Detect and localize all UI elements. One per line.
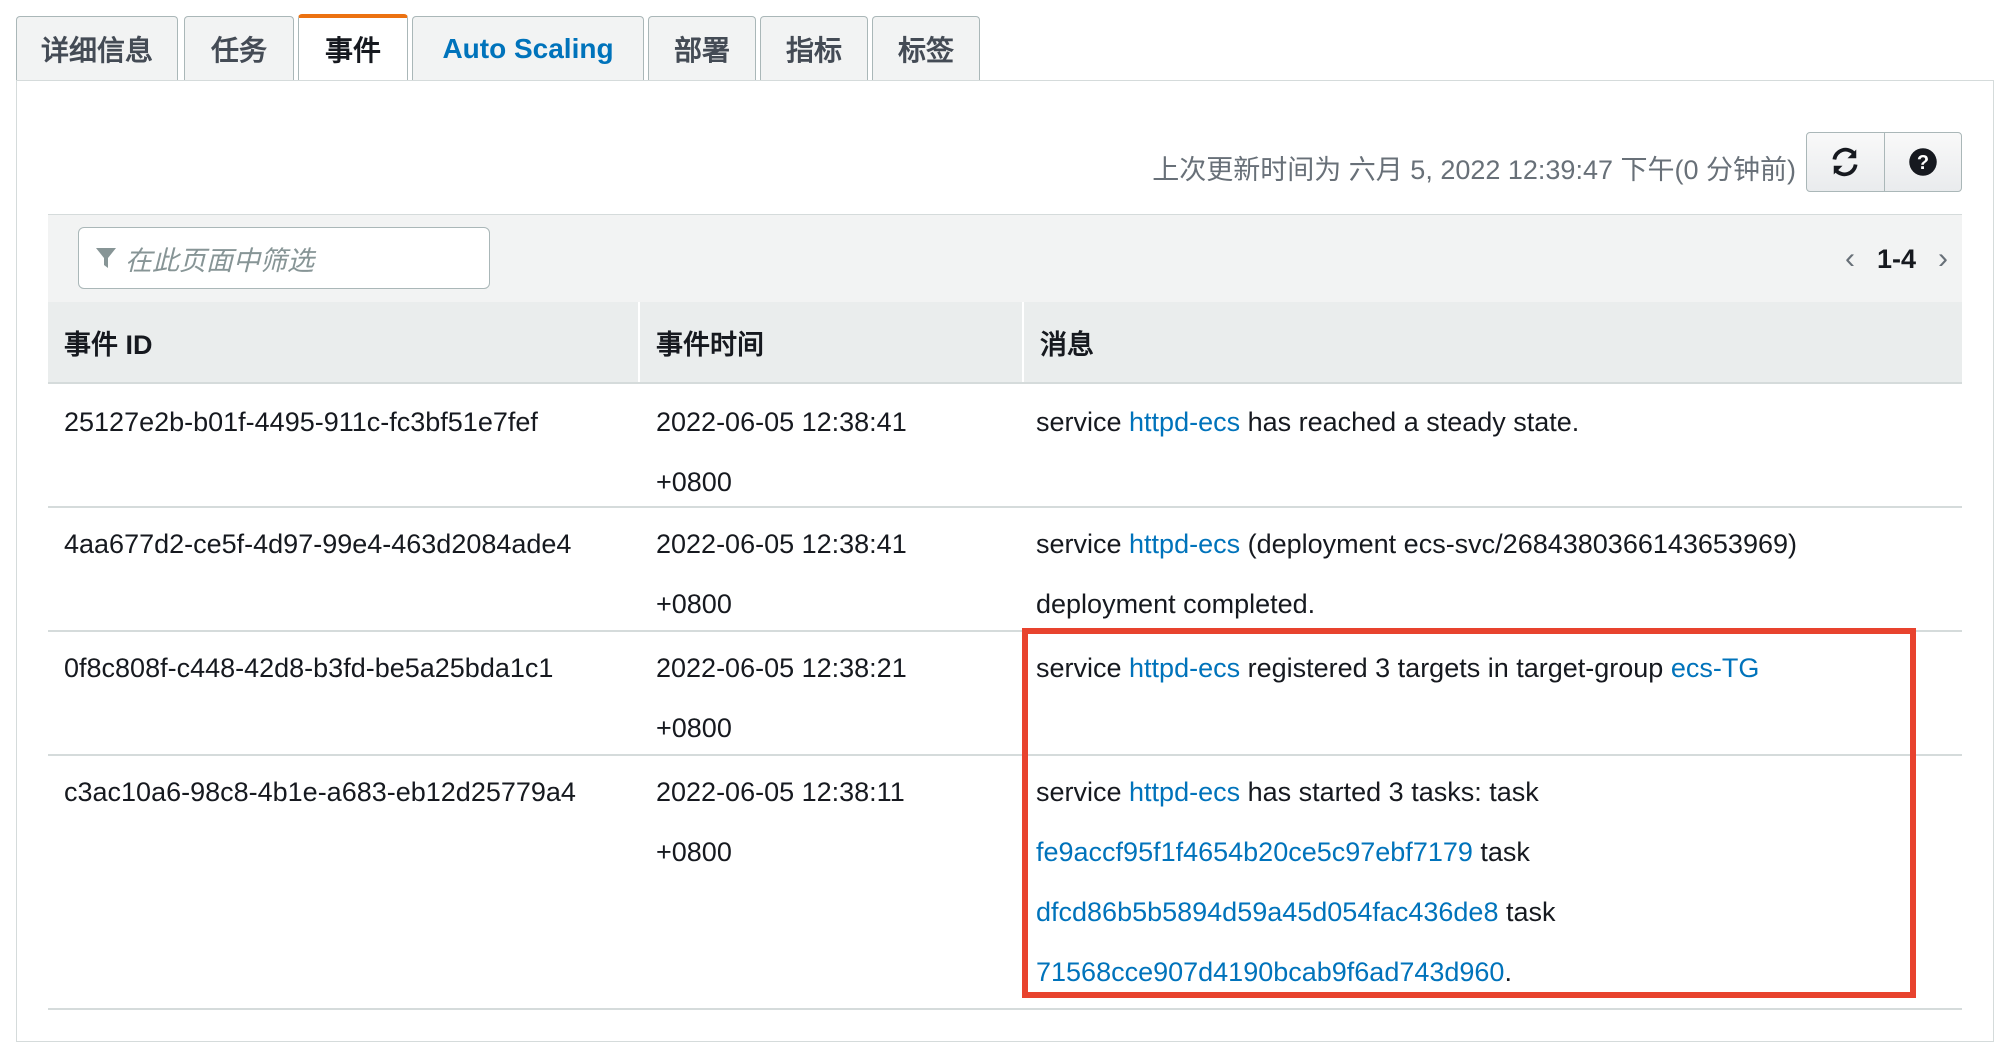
task-link[interactable]: dfcd86b5b5894d59a45d054fac436de8: [1036, 897, 1498, 927]
header-message[interactable]: 消息: [1022, 302, 1962, 382]
table-row: 4aa677d2-ce5f-4d97-99e4-463d2084ade4 202…: [48, 508, 1962, 632]
event-tz: +0800: [656, 713, 732, 743]
message-text: service: [1036, 777, 1130, 807]
event-time: 2022-06-05 12:38:21 +0800: [656, 638, 1016, 758]
event-message: service httpd-ecs has started 3 tasks: t…: [1036, 762, 1936, 1002]
task-link[interactable]: fe9accf95f1f4654b20ce5c97ebf7179: [1036, 837, 1473, 867]
tab-deployments[interactable]: 部署: [648, 16, 756, 80]
event-date: 2022-06-05 12:38:11: [656, 777, 905, 807]
tab-metrics[interactable]: 指标: [760, 16, 868, 80]
message-text: service: [1036, 653, 1130, 683]
service-link[interactable]: httpd-ecs: [1129, 529, 1240, 559]
event-message: service httpd-ecs registered 3 targets i…: [1036, 638, 1936, 698]
event-date: 2022-06-05 12:38:41: [656, 407, 907, 437]
filter-icon: [96, 248, 116, 268]
event-id: 4aa677d2-ce5f-4d97-99e4-463d2084ade4: [64, 529, 572, 559]
pagination: ‹ 1-4 ›: [1845, 242, 1948, 276]
message-text: registered 3 targets in target-group: [1240, 653, 1671, 683]
toolbar-button-group: ?: [1806, 132, 1962, 192]
event-id: c3ac10a6-98c8-4b1e-a683-eb12d25779a4: [64, 777, 576, 807]
service-link[interactable]: httpd-ecs: [1129, 653, 1240, 683]
chevron-right-icon[interactable]: ›: [1938, 242, 1948, 276]
tab-auto-scaling[interactable]: Auto Scaling: [412, 16, 644, 80]
last-updated-text: 上次更新时间为 六月 5, 2022 12:39:47 下午(0 分钟前): [1152, 155, 1796, 185]
event-tz: +0800: [656, 837, 732, 867]
page-range: 1-4: [1876, 243, 1916, 274]
tab-tasks[interactable]: 任务: [184, 16, 294, 80]
message-text: has started 3 tasks: task: [1240, 777, 1539, 807]
help-icon: ?: [1909, 148, 1937, 176]
help-button[interactable]: ?: [1883, 133, 1962, 191]
tab-events[interactable]: 事件: [298, 14, 408, 80]
event-time: 2022-06-05 12:38:41 +0800: [656, 392, 1016, 512]
table-row: 25127e2b-b01f-4495-911c-fc3bf51e7fef 202…: [48, 384, 1962, 508]
message-text: has reached a steady state.: [1240, 407, 1580, 437]
service-link[interactable]: httpd-ecs: [1129, 777, 1240, 807]
event-date: 2022-06-05 12:38:41: [656, 529, 907, 559]
tab-tags[interactable]: 标签: [872, 16, 980, 80]
filter-input[interactable]: 在此页面中筛选: [78, 227, 490, 289]
message-text: task: [1472, 837, 1530, 867]
tab-details[interactable]: 详细信息: [16, 16, 178, 80]
header-event-id[interactable]: 事件 ID: [48, 302, 638, 382]
table-row: c3ac10a6-98c8-4b1e-a683-eb12d25779a4 202…: [48, 756, 1962, 1010]
event-tz: +0800: [656, 467, 732, 497]
table-row: 0f8c808f-c448-42d8-b3fd-be5a25bda1c1 202…: [48, 632, 1962, 756]
event-id: 0f8c808f-c448-42d8-b3fd-be5a25bda1c1: [64, 653, 554, 683]
event-tz: +0800: [656, 589, 732, 619]
service-link[interactable]: httpd-ecs: [1129, 407, 1240, 437]
table-header: 事件 ID 事件时间 消息: [48, 302, 1962, 384]
event-message: service httpd-ecs has reached a steady s…: [1036, 392, 1936, 452]
header-event-time[interactable]: 事件时间: [638, 302, 1022, 382]
task-link[interactable]: 71568cce907d4190bcab9f6ad743d960: [1036, 957, 1504, 987]
refresh-button[interactable]: [1807, 133, 1884, 191]
event-time: 2022-06-05 12:38:41 +0800: [656, 514, 1016, 634]
message-text: service: [1036, 407, 1130, 437]
message-text: deployment completed.: [1036, 589, 1316, 619]
event-id: 25127e2b-b01f-4495-911c-fc3bf51e7fef: [64, 407, 538, 437]
message-text: service: [1036, 529, 1130, 559]
event-date: 2022-06-05 12:38:21: [656, 653, 907, 683]
message-text: task: [1498, 897, 1556, 927]
target-group-link[interactable]: ecs-TG: [1671, 653, 1760, 683]
message-text: (deployment ecs-svc/2684380366143653969): [1240, 529, 1797, 559]
event-time: 2022-06-05 12:38:11 +0800: [656, 762, 1016, 882]
svg-text:?: ?: [1917, 152, 1929, 174]
filter-placeholder: 在此页面中筛选: [125, 245, 314, 276]
event-message: service httpd-ecs (deployment ecs-svc/26…: [1036, 514, 1936, 634]
chevron-left-icon[interactable]: ‹: [1845, 242, 1855, 276]
refresh-icon: [1832, 147, 1858, 177]
message-text: .: [1504, 957, 1512, 987]
